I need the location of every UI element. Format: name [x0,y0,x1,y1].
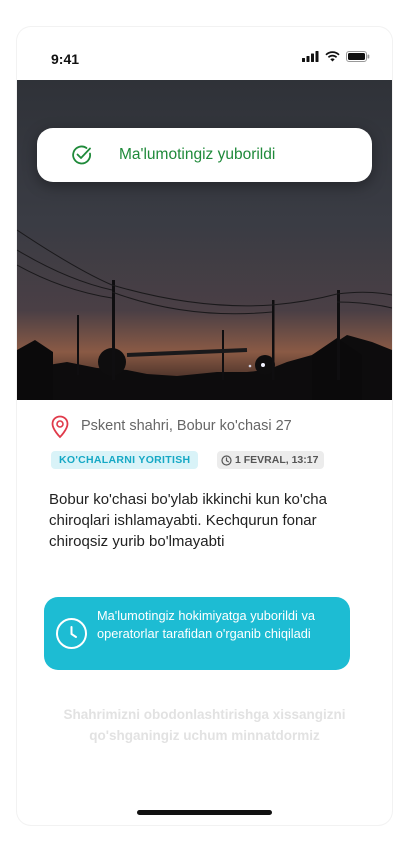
wifi-icon [325,51,340,62]
status-time: 9:41 [51,51,80,67]
check-circle-icon [72,145,91,165]
toast-message: Ma'lumotingiz yuborildi [119,146,276,163]
info-banner: Ma'lumotingiz hokimiyatga yuborildi va o… [44,597,350,670]
clock-icon [221,454,232,466]
battery-icon [346,51,370,62]
home-indicator[interactable] [137,810,272,815]
category-badge: KO'CHALARNI YORITISH [51,451,199,469]
date-badge: 1 FEVRAL, 13:17 [217,451,325,469]
location-pin-icon [51,415,69,439]
signal-icon [302,51,319,62]
report-description: Bobur ko'chasi bo'ylab ikkinchi kun ko'c… [49,491,327,550]
thanks-message: Shahrimizni obodonlashtirishga xissangiz… [63,707,346,743]
info-banner-text: Ma'lumotingiz hokimiyatga yuborildi va o… [97,608,315,641]
success-toast: Ma'lumotingiz yuborildi [37,128,372,182]
status-bar: 9:41 [17,27,392,79]
date-text: 1 FEVRAL, 13:17 [235,454,319,466]
status-icons [302,51,370,62]
phone-screen: 9:41 Ma'lumotingiz yuborildi Pskent shah… [17,27,392,825]
clock-icon [56,618,87,649]
report-address: Pskent shahri, Bobur ko'chasi 27 [81,418,292,434]
